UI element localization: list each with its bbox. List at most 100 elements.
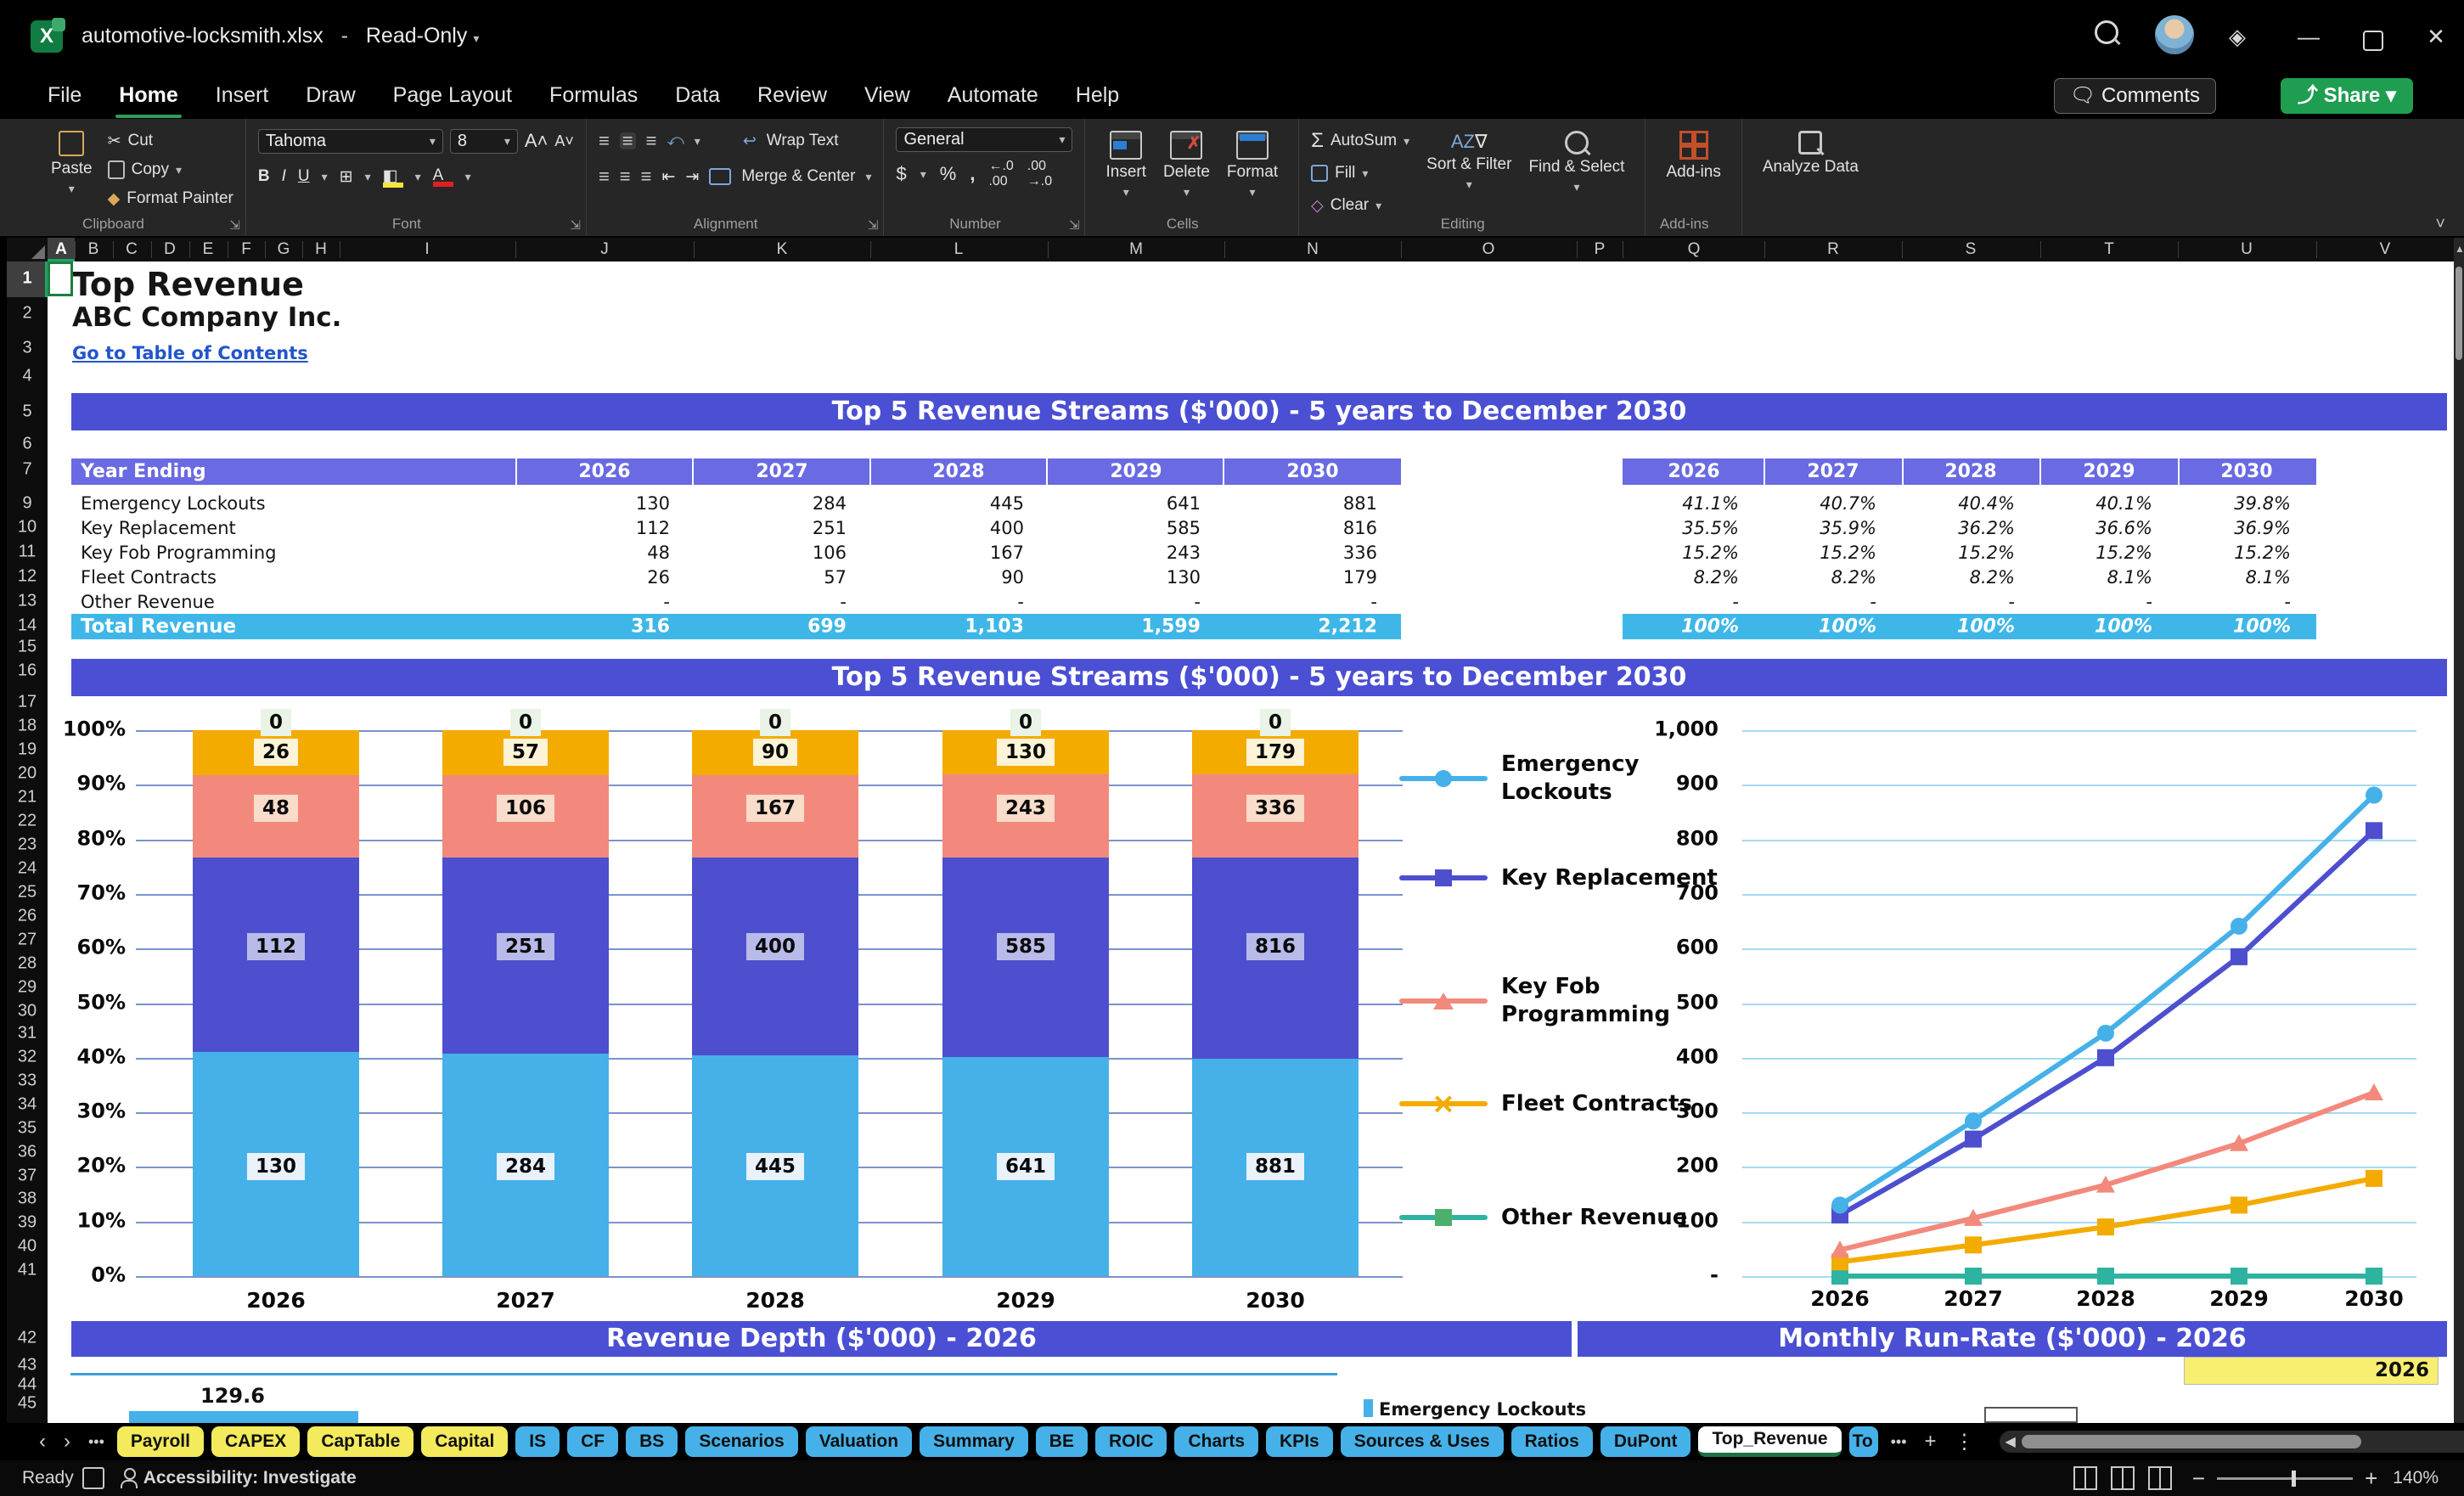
currency-icon[interactable]: $	[896, 163, 906, 185]
column-header-E[interactable]: E	[203, 238, 214, 262]
excel-app-icon[interactable]: X	[31, 18, 65, 53]
row-header-3[interactable]: 3	[7, 339, 48, 358]
zoom-level[interactable]: 140%	[2393, 1468, 2439, 1488]
merge-center-icon[interactable]	[709, 168, 732, 185]
addins-button[interactable]: Add-ins	[1657, 127, 1729, 185]
font-size-select[interactable]: 8 ▾	[449, 128, 518, 154]
zoom-slider[interactable]	[2217, 1470, 2354, 1487]
column-header-U[interactable]: U	[2241, 238, 2253, 262]
tab-nav-right-icon[interactable]: ›	[59, 1430, 76, 1454]
increase-font-icon[interactable]: A˄	[525, 130, 548, 152]
increase-decimal-icon[interactable]: ←.0.00	[988, 159, 1013, 189]
row-header-18[interactable]: 18	[7, 717, 48, 736]
row-header-45[interactable]: 45	[7, 1394, 48, 1414]
column-header-G[interactable]: G	[278, 238, 290, 262]
sheet-tab-dupont[interactable]: DuPont	[1600, 1426, 1691, 1457]
find-select-button[interactable]: Find & Select ▾	[1520, 127, 1633, 197]
align-middle-icon[interactable]: ≡	[619, 132, 636, 150]
row-header-14[interactable]: 14	[7, 616, 48, 636]
tab-menu-icon[interactable]: ⋮	[1949, 1430, 1980, 1454]
column-header-R[interactable]: R	[1827, 238, 1839, 262]
column-header-O[interactable]: O	[1482, 238, 1495, 262]
borders-icon[interactable]: ⊞	[340, 167, 353, 187]
row-header-9[interactable]: 9	[7, 494, 48, 514]
column-header-C[interactable]: C	[126, 238, 138, 262]
page-layout-view-icon[interactable]	[2110, 1466, 2135, 1490]
row-header-20[interactable]: 20	[7, 764, 48, 784]
font-name-select[interactable]: Tahoma ▾	[257, 128, 443, 154]
ribbon-tab-draw[interactable]: Draw	[287, 75, 374, 116]
row-header-44[interactable]: 44	[7, 1375, 48, 1395]
column-header-S[interactable]: S	[1966, 238, 1977, 262]
row-header-12[interactable]: 12	[7, 567, 48, 587]
row-header-42[interactable]: 42	[7, 1329, 48, 1348]
sheet-tab-cf[interactable]: CF	[567, 1426, 619, 1457]
row-header-2[interactable]: 2	[7, 304, 48, 323]
row-header-10[interactable]: 10	[7, 518, 48, 537]
column-header-Q[interactable]: Q	[1688, 238, 1701, 262]
select-all-corner[interactable]	[7, 238, 48, 262]
column-header-J[interactable]: J	[600, 238, 609, 262]
row-header-39[interactable]: 39	[7, 1213, 48, 1233]
document-title[interactable]: automotive-locksmith.xlsx - Read-Only ▾	[82, 24, 479, 48]
sheet-tab-kpis[interactable]: KPIs	[1266, 1426, 1333, 1457]
row-header-4[interactable]: 4	[7, 367, 48, 386]
row-header-23[interactable]: 23	[7, 835, 48, 855]
column-header-N[interactable]: N	[1307, 238, 1319, 262]
row-header-32[interactable]: 32	[7, 1048, 48, 1067]
sort-filter-button[interactable]: AZ∇ Sort & Filter ▾	[1418, 127, 1520, 194]
row-header-11[interactable]: 11	[7, 543, 48, 562]
column-header-H[interactable]: H	[315, 238, 327, 262]
merge-center-button[interactable]: Merge & Center	[741, 167, 855, 186]
diamond-premium-icon[interactable]: ◈	[2218, 19, 2257, 54]
align-center-icon[interactable]: ≡	[620, 167, 631, 186]
row-header-26[interactable]: 26	[7, 907, 48, 926]
column-header-D[interactable]: D	[164, 238, 176, 262]
ribbon-tab-help[interactable]: Help	[1057, 75, 1138, 116]
row-header-38[interactable]: 38	[7, 1189, 48, 1209]
column-header-F[interactable]: F	[241, 238, 251, 262]
macro-record-icon[interactable]	[82, 1467, 104, 1489]
zoom-out-icon[interactable]: −	[2192, 1465, 2205, 1492]
sheet-tab-top-revenue[interactable]: Top_Revenue	[1698, 1426, 1842, 1457]
ribbon-tab-home[interactable]: Home	[100, 75, 196, 118]
cut-button[interactable]: ✂ Cut	[108, 127, 233, 155]
column-header-M[interactable]: M	[1129, 238, 1143, 262]
align-bottom-icon[interactable]: ≡	[646, 132, 657, 150]
tab-overflow-left-icon[interactable]: •••	[83, 1433, 110, 1451]
column-headers[interactable]: AB C D E F G H I J K L M N O P Q R S T U V	[48, 238, 2455, 262]
page-break-view-icon[interactable]	[2147, 1466, 2172, 1490]
comments-button[interactable]: 🗨 Comments	[2053, 78, 2216, 114]
hscroll-thumb[interactable]	[2021, 1435, 2361, 1448]
sheet-tab-captable[interactable]: CapTable	[307, 1426, 414, 1457]
align-left-icon[interactable]: ≡	[599, 167, 610, 186]
ribbon-tab-data[interactable]: Data	[656, 75, 739, 116]
format-painter-button[interactable]: ◆ Format Painter	[108, 185, 233, 212]
percent-icon[interactable]: %	[940, 163, 957, 185]
fill-button[interactable]: Fill ▾	[1311, 160, 1409, 187]
new-sheet-button[interactable]: +	[1920, 1430, 1942, 1454]
close-button[interactable]: ✕	[2416, 19, 2456, 54]
sheet-tab-be[interactable]: BE	[1035, 1426, 1088, 1457]
column-header-T[interactable]: T	[2104, 238, 2114, 262]
autosum-button[interactable]: Σ AutoSum ▾	[1311, 127, 1409, 155]
row-header-15[interactable]: 15	[7, 638, 48, 657]
hscroll-left-icon[interactable]: ◀	[2000, 1433, 2022, 1450]
row-header-21[interactable]: 21	[7, 788, 48, 807]
delete-cells-button[interactable]: Delete▾	[1155, 127, 1218, 202]
align-right-icon[interactable]: ≡	[641, 167, 652, 186]
sheet-tab-charts[interactable]: Charts	[1174, 1426, 1259, 1457]
sheet-grid[interactable]: Top Revenue ABC Company Inc. Go to Table o…	[48, 262, 2454, 1423]
vertical-scrollbar[interactable]: ▲	[2454, 238, 2464, 1423]
zoom-in-icon[interactable]: +	[2365, 1465, 2377, 1492]
sheet-tab-scenarios[interactable]: Scenarios	[685, 1426, 798, 1457]
tab-nav-left-icon[interactable]: ‹	[34, 1430, 51, 1454]
collapse-ribbon-icon[interactable]: ˅	[2435, 215, 2445, 234]
ribbon-tab-insert[interactable]: Insert	[197, 75, 288, 116]
row-header-33[interactable]: 33	[7, 1071, 48, 1091]
minimize-button[interactable]: —	[2289, 19, 2328, 54]
ribbon-tab-review[interactable]: Review	[739, 75, 846, 116]
row-header-1[interactable]: 1	[7, 269, 48, 289]
orientation-icon[interactable]: ⤺	[667, 132, 684, 150]
ribbon-tab-file[interactable]: File	[29, 75, 100, 116]
